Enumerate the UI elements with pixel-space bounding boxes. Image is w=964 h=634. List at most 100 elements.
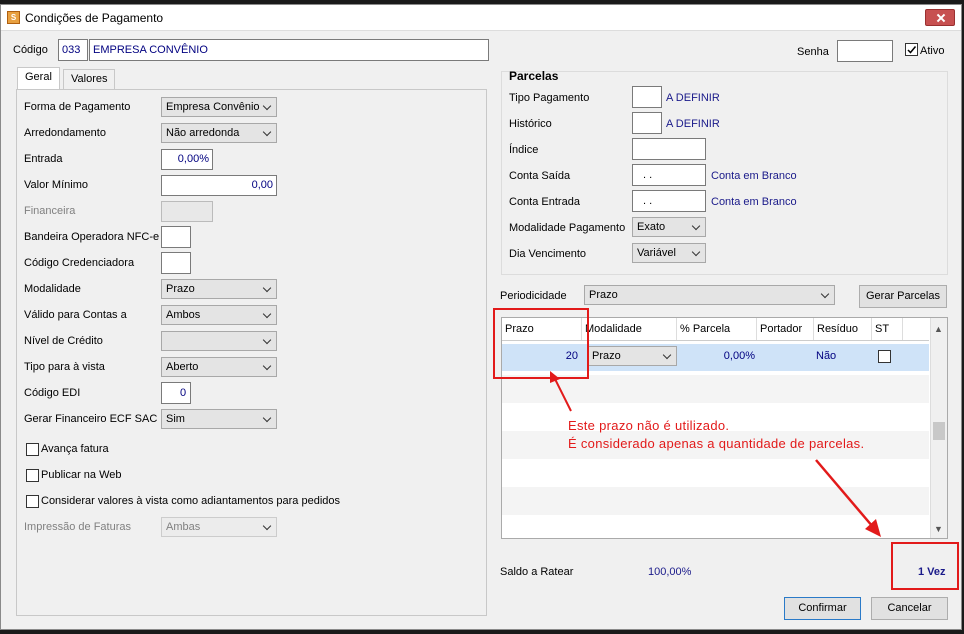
modalidade-pagamento-select[interactable]: Exato (632, 217, 706, 237)
periodicidade-select[interactable]: Prazo (584, 285, 835, 305)
historico-link[interactable]: A DEFINIR (666, 118, 720, 130)
tipo-pagamento-link[interactable]: A DEFINIR (666, 92, 720, 104)
valido-contas-select[interactable]: Ambos (161, 305, 277, 325)
gerar-financeiro-value: Sim (166, 413, 185, 425)
chevron-down-icon (263, 281, 273, 295)
modalidade-pagamento-value: Exato (637, 221, 666, 233)
arredondamento-select[interactable]: Não arredonda (161, 123, 277, 143)
tipo-pagamento-input[interactable] (632, 86, 662, 108)
valor-minimo-label: Valor Mínimo (24, 179, 88, 191)
scroll-down-icon[interactable]: ▼ (934, 524, 943, 534)
chevron-down-icon (263, 99, 273, 113)
chevron-down-icon (821, 287, 831, 301)
cell-st-checkbox[interactable] (878, 350, 891, 363)
dialog-window: S Condições de Pagamento Código 033 EMPR… (0, 4, 962, 630)
indice-input[interactable] (632, 138, 706, 160)
close-button[interactable] (925, 9, 955, 26)
ativo-checkbox[interactable] (905, 43, 918, 56)
ativo-label: Ativo (920, 45, 945, 57)
nivel-credito-select[interactable] (161, 331, 277, 351)
publicar-web-label: Publicar na Web (41, 469, 122, 481)
modalidade-select[interactable]: Prazo (161, 279, 277, 299)
valido-contas-value: Ambos (166, 309, 201, 321)
impressao-faturas-select: Ambas (161, 517, 277, 537)
grid-scrollbar[interactable]: ▲ ▼ (930, 318, 947, 538)
bandeira-label: Bandeira Operadora NFC-e (24, 231, 160, 243)
conta-saida-link[interactable]: Conta em Branco (711, 170, 797, 182)
grid-header-parcela[interactable]: % Parcela (677, 318, 757, 340)
grid-header-residuo[interactable]: Resíduo (814, 318, 872, 340)
indice-label: Índice (509, 144, 539, 156)
chevron-down-icon (263, 125, 273, 139)
modalidade-label: Modalidade (24, 283, 81, 295)
chevron-down-icon (263, 519, 273, 533)
periodicidade-value: Prazo (589, 289, 618, 301)
scroll-thumb[interactable] (933, 422, 945, 440)
credenciadora-input[interactable] (161, 252, 191, 274)
chevron-down-icon (263, 411, 273, 425)
publicar-web-checkbox[interactable] (26, 469, 39, 482)
chevron-down-icon (663, 348, 673, 362)
tipo-vista-select[interactable]: Aberto (161, 357, 277, 377)
historico-label: Histórico (509, 118, 552, 130)
tipo-pagamento-label: Tipo Pagamento (509, 92, 590, 104)
financeira-input (161, 201, 213, 222)
scroll-up-icon[interactable]: ▲ (934, 324, 943, 334)
historico-input[interactable] (632, 112, 662, 134)
avanca-fatura-label: Avança fatura (41, 443, 109, 455)
dia-vencimento-select[interactable]: Variável (632, 243, 706, 263)
valor-minimo-input[interactable]: 0,00 (161, 175, 277, 196)
descricao-input[interactable]: EMPRESA CONVÊNIO (89, 39, 489, 61)
confirmar-button[interactable]: Confirmar (784, 597, 861, 620)
saldo-label: Saldo a Ratear (500, 566, 574, 578)
title-bar: S Condições de Pagamento (1, 5, 961, 31)
credenciadora-label: Código Credenciadora (24, 257, 135, 269)
dia-vencimento-label: Dia Vencimento (509, 248, 587, 260)
senha-input[interactable] (837, 40, 893, 62)
conta-saida-input[interactable]: . . (632, 164, 706, 186)
conta-saida-label: Conta Saída (509, 170, 571, 182)
annotation-line-1: Este prazo não é utilizado. (568, 418, 730, 433)
forma-pagamento-select[interactable]: Empresa Convênio (161, 97, 277, 117)
grid-header-modalidade[interactable]: Modalidade (582, 318, 677, 340)
bandeira-input[interactable] (161, 226, 191, 248)
cell-residuo[interactable]: Não (816, 350, 866, 362)
avanca-fatura-checkbox[interactable] (26, 443, 39, 456)
conta-entrada-link[interactable]: Conta em Branco (711, 196, 797, 208)
forma-pagamento-label: Forma de Pagamento (24, 101, 131, 113)
annotation-highlight-prazo (493, 308, 589, 379)
cell-parcela[interactable]: 0,00% (677, 350, 755, 362)
forma-pagamento-value: Empresa Convênio (166, 101, 260, 113)
cell-modalidade-select[interactable]: Prazo (587, 346, 677, 366)
arrow-icon (815, 459, 881, 537)
cancelar-button[interactable]: Cancelar (871, 597, 948, 620)
considerar-vista-label: Considerar valores à vista como adiantam… (41, 495, 340, 507)
arrow-icon (550, 371, 572, 412)
grid-header-portador[interactable]: Portador (757, 318, 814, 340)
tab-valores[interactable]: Valores (63, 69, 116, 89)
arredondamento-value: Não arredonda (166, 127, 240, 139)
gerar-financeiro-select[interactable]: Sim (161, 409, 277, 429)
gerar-parcelas-button[interactable]: Gerar Parcelas (859, 285, 947, 308)
entrada-input[interactable]: 0,00% (161, 149, 213, 170)
codigo-edi-input[interactable]: 0 (161, 382, 191, 404)
codigo-edi-label: Código EDI (24, 387, 81, 399)
grid-header-st[interactable]: ST (872, 318, 903, 340)
codigo-input[interactable]: 033 (58, 39, 88, 61)
tipo-vista-label: Tipo para à vista (24, 361, 105, 373)
window-title: Condições de Pagamento (25, 11, 164, 25)
modalidade-value: Prazo (166, 283, 195, 295)
impressao-faturas-label: Impressão de Faturas (24, 521, 131, 533)
conta-entrada-input[interactable]: . . (632, 190, 706, 212)
conta-entrada-label: Conta Entrada (509, 196, 580, 208)
nivel-credito-label: Nível de Crédito (24, 335, 103, 347)
vezes-value: 1 Vez (918, 566, 946, 578)
chevron-down-icon (692, 219, 702, 233)
considerar-vista-checkbox[interactable] (26, 495, 39, 508)
impressao-faturas-value: Ambas (166, 521, 201, 533)
periodicidade-label: Periodicidade (500, 290, 567, 302)
chevron-down-icon (263, 307, 273, 321)
codigo-label: Código (13, 44, 48, 56)
tab-geral[interactable]: Geral (17, 67, 60, 89)
tipo-vista-value: Aberto (166, 361, 199, 373)
